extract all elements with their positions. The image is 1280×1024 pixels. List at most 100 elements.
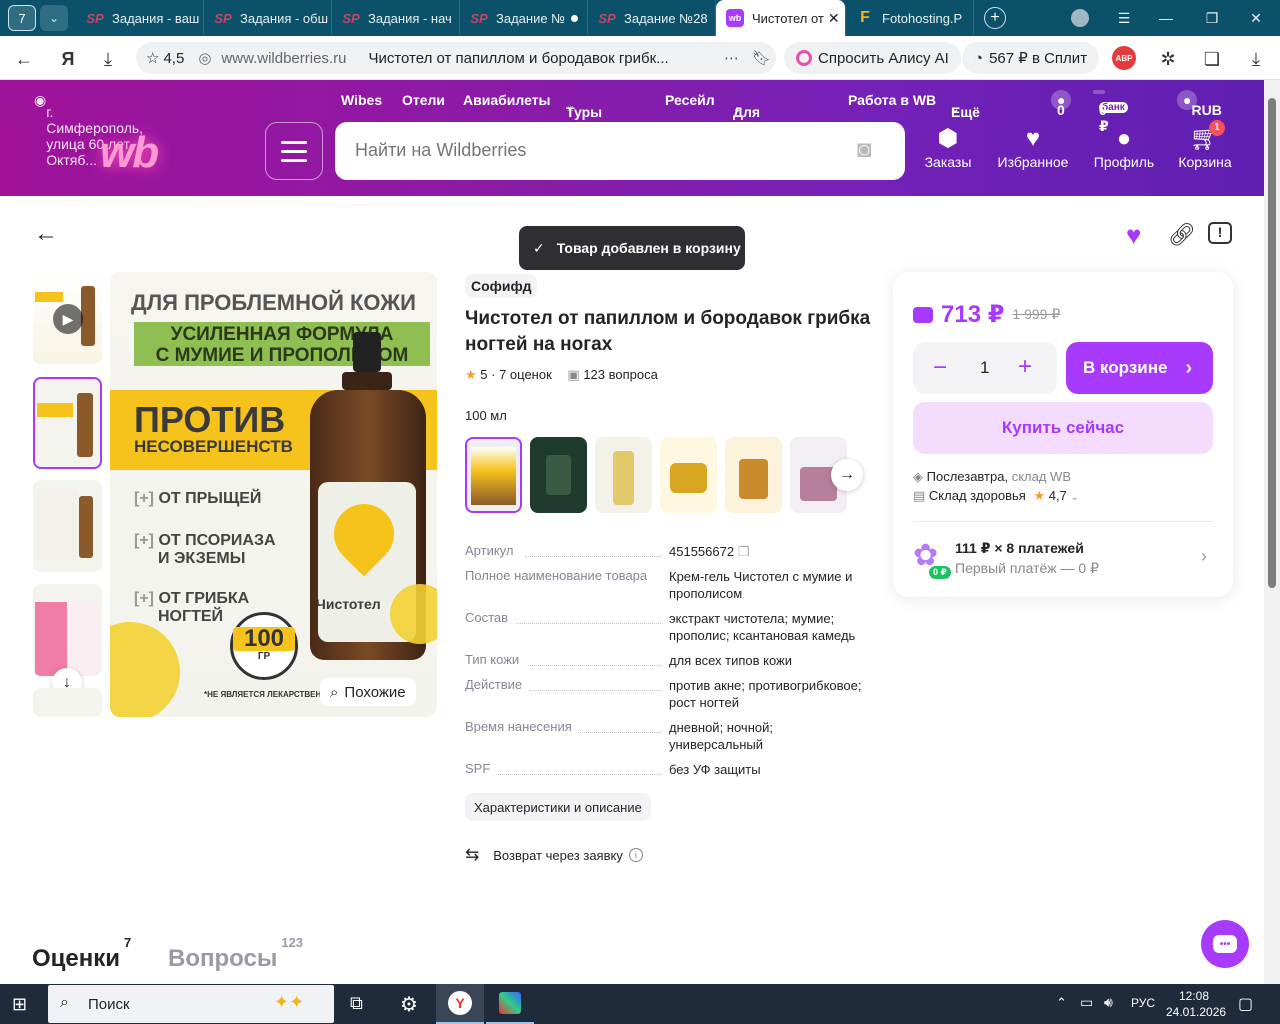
- variant-thumb[interactable]: [725, 437, 782, 513]
- taskbar-app[interactable]: [486, 984, 534, 1024]
- gallery-thumb[interactable]: ▶: [33, 272, 102, 364]
- currency-selector[interactable]: ● RUB: [1177, 90, 1222, 118]
- tab-reviews[interactable]: Оценки7: [32, 935, 131, 973]
- currency-label: RUB: [1191, 102, 1222, 118]
- info-icon[interactable]: i: [628, 848, 643, 862]
- minimize-icon[interactable]: —: [1146, 0, 1186, 36]
- gallery-thumb[interactable]: [33, 584, 102, 676]
- close-window-icon[interactable]: ✕: [1236, 0, 1276, 36]
- zero-badge: 0 ₽: [929, 566, 951, 579]
- download-icon[interactable]: ⤓: [1242, 45, 1270, 73]
- search-input[interactable]: [355, 140, 835, 161]
- search-box: ◙: [335, 122, 905, 180]
- alice-button[interactable]: Спросить Алису AI: [784, 42, 961, 74]
- browser-tab[interactable]: SP Задания - нач: [332, 0, 460, 36]
- more-icon[interactable]: ⋯: [724, 49, 739, 67]
- browser-tab[interactable]: SP Задания - ваш: [76, 0, 204, 36]
- network-icon[interactable]: ▭: [1080, 994, 1093, 1011]
- chat-button[interactable]: •••: [1201, 920, 1249, 968]
- warehouse: склад WB: [1011, 469, 1071, 484]
- nav-flights[interactable]: Авиабилеты: [463, 92, 551, 108]
- questions-icon: ▣: [567, 367, 580, 382]
- minus-icon[interactable]: −: [933, 354, 947, 382]
- extensions-icon[interactable]: ✲: [1154, 45, 1182, 73]
- browser-tab[interactable]: SP Задание №: [460, 0, 588, 36]
- variant-thumb[interactable]: [660, 437, 717, 513]
- in-cart-button[interactable]: В корзине ›: [1066, 342, 1213, 394]
- characteristics-button[interactable]: Характеристики и описание: [465, 793, 651, 821]
- orders-button[interactable]: ⬢ Заказы: [908, 124, 988, 170]
- restore-icon[interactable]: ❐: [1192, 0, 1232, 36]
- share-link-icon[interactable]: 🔗︎: [1168, 222, 1196, 248]
- next-arrow-icon[interactable]: →: [831, 459, 863, 491]
- product-main-image[interactable]: ДЛЯ ПРОБЛЕМНОЙ КОЖИ УСИЛЕННАЯ ФОРМУЛА С …: [110, 272, 437, 717]
- profile-button[interactable]: ● Профиль: [1084, 124, 1164, 170]
- wb-header: ◉ г. Симферополь, улица 60 лет Октяб... …: [0, 80, 1264, 196]
- browser-tab[interactable]: F Fotohosting.P: [846, 0, 974, 36]
- split-button[interactable]: ◔ 567 ₽ в Сплит: [962, 42, 1100, 74]
- buy-now-button[interactable]: Купить сейчас: [913, 402, 1213, 454]
- nav-resale[interactable]: Ресейл: [665, 92, 715, 108]
- tab-count-button[interactable]: 7: [8, 5, 36, 31]
- back-arrow-icon[interactable]: ←: [34, 220, 58, 248]
- account-icon[interactable]: [1060, 0, 1100, 36]
- task-view-icon[interactable]: ⧉: [350, 993, 363, 1014]
- tab-questions[interactable]: Вопросы123: [168, 935, 303, 973]
- tray-chevron-icon[interactable]: ⌃: [1056, 995, 1067, 1011]
- url-field[interactable]: ☆ 4,5 ◎ www.wildberries.ru Чистотел от п…: [136, 42, 776, 74]
- nav-wibes[interactable]: Wibes: [341, 92, 382, 108]
- close-tab-icon[interactable]: ✕: [828, 10, 840, 27]
- report-icon[interactable]: !: [1208, 222, 1232, 244]
- bookmark-icon[interactable]: 🔖︎: [752, 49, 771, 67]
- bank-badge[interactable]: банк 0 ₽: [1093, 90, 1128, 134]
- menu-icon[interactable]: ☰: [1104, 0, 1144, 36]
- nav-hotels[interactable]: Отели: [402, 92, 445, 108]
- variant-thumb[interactable]: [530, 437, 587, 513]
- favorites-button[interactable]: ♥ Избранное: [993, 124, 1073, 170]
- taskbar-search[interactable]: ⌕ Поиск ✦✦: [48, 985, 334, 1023]
- installment-row[interactable]: ✿ 0 ₽ 111 ₽ × 8 платежей Первый платёж —…: [913, 538, 1213, 582]
- sp-favicon-icon: SP: [86, 10, 104, 26]
- downloads-icon[interactable]: ⤓: [94, 45, 122, 73]
- new-tab-button[interactable]: +: [984, 7, 1006, 29]
- language-indicator[interactable]: РУС: [1131, 996, 1155, 1010]
- return-row[interactable]: ⇆ Возврат через заявку i: [465, 845, 643, 865]
- balance-badge[interactable]: 0 ●: [1051, 90, 1072, 118]
- plus-icon[interactable]: +: [1018, 353, 1032, 381]
- rating-row[interactable]: ★ 5 · 7 оценок ▣ 123 вопроса: [465, 367, 658, 383]
- windows-start-icon[interactable]: ⊞: [12, 994, 27, 1015]
- gallery-thumb[interactable]: [33, 480, 102, 572]
- chevron-down-icon[interactable]: ⌄: [40, 5, 68, 31]
- gallery-thumb[interactable]: [33, 688, 102, 717]
- copy-icon[interactable]: ❐: [738, 544, 750, 559]
- clock[interactable]: 12:08 24.01.2026: [1166, 988, 1226, 1020]
- browser-tab[interactable]: SP Задания - обш: [204, 0, 332, 36]
- notifications-icon[interactable]: ▢: [1238, 994, 1253, 1014]
- back-arrow-icon[interactable]: ←: [10, 45, 38, 73]
- camera-icon[interactable]: ◙: [857, 136, 872, 164]
- cart-button[interactable]: 🛒︎ Корзина: [1165, 124, 1245, 170]
- similar-button[interactable]: ⌕ Похожие: [320, 678, 416, 706]
- page-scrollbar[interactable]: [1264, 80, 1280, 984]
- taskbar-yandex-browser[interactable]: Y: [436, 984, 484, 1024]
- browser-tab[interactable]: SP Задание №28: [588, 0, 716, 36]
- scrollbar-thumb[interactable]: [1268, 98, 1276, 588]
- adblock-icon[interactable]: ABP: [1112, 46, 1136, 70]
- settings-gear-icon[interactable]: ⚙: [400, 992, 418, 1017]
- collections-icon[interactable]: ❏: [1198, 45, 1226, 73]
- favorite-heart-icon[interactable]: ♥: [1126, 220, 1141, 251]
- spec-value-article[interactable]: 451556672 ❐: [669, 543, 869, 560]
- location-link[interactable]: ◉ г. Симферополь, улица 60 лет Октяб...: [34, 92, 143, 168]
- benefit-text: И ЭКЗЕМЫ: [158, 550, 246, 567]
- gallery-thumb-selected[interactable]: [33, 377, 102, 469]
- nav-jobs[interactable]: Работа в WB: [848, 92, 936, 108]
- browser-tab-active[interactable]: wb Чистотел от ✕: [716, 0, 846, 36]
- variant-thumb-selected[interactable]: [465, 437, 522, 513]
- brand-badge[interactable]: Софифд: [465, 274, 538, 298]
- variant-thumb[interactable]: [595, 437, 652, 513]
- catalog-menu-button[interactable]: [265, 122, 323, 180]
- wb-logo[interactable]: wb: [100, 128, 159, 178]
- volume-icon[interactable]: 🔊︎: [1104, 994, 1113, 1011]
- yandex-icon[interactable]: Я: [54, 45, 82, 73]
- seller-info[interactable]: ▤ Склад здоровья ★ 4,7 ⌄: [913, 488, 1079, 504]
